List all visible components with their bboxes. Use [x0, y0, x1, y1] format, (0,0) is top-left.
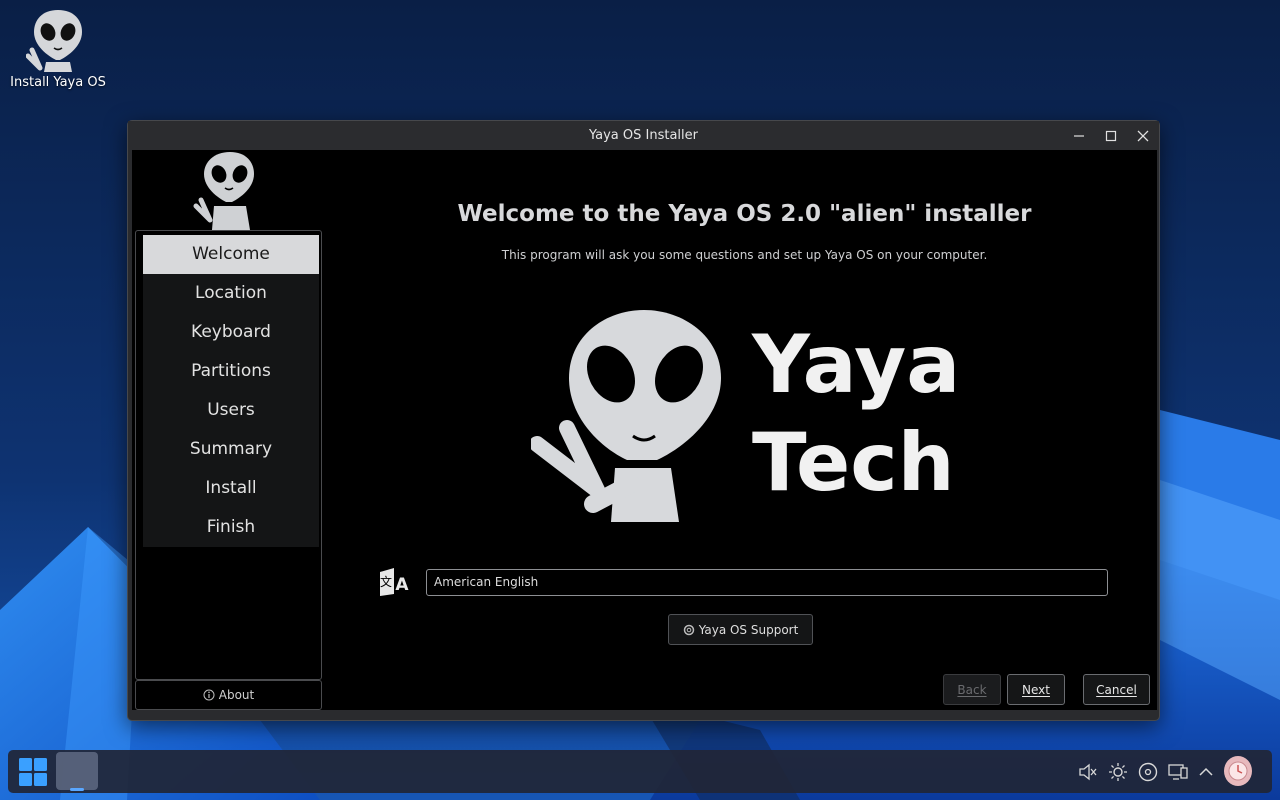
- chevron-up-icon: [1199, 767, 1213, 776]
- back-button[interactable]: Back: [943, 674, 1001, 705]
- step-partitions[interactable]: Partitions: [143, 352, 319, 391]
- alien-icon: [193, 152, 254, 230]
- sidebar: Welcome Location Keyboard Partitions Use…: [135, 230, 322, 680]
- hero-word-tech: Tech: [752, 416, 955, 509]
- maximize-icon: [1105, 130, 1117, 142]
- step-summary[interactable]: Summary: [143, 430, 319, 469]
- step-users[interactable]: Users: [143, 391, 319, 430]
- display-icon: [1168, 764, 1188, 780]
- about-label: About: [218, 688, 255, 702]
- disc-icon: [1138, 762, 1158, 782]
- cancel-button[interactable]: Cancel: [1083, 674, 1150, 705]
- language-icon: 文 A: [380, 568, 409, 596]
- step-list: Welcome Location Keyboard Partitions Use…: [143, 235, 319, 547]
- support-icon: [683, 624, 694, 635]
- user-avatar[interactable]: [1224, 756, 1252, 786]
- alien-icon: [531, 310, 721, 522]
- svg-text:文: 文: [380, 574, 392, 589]
- language-dropdown[interactable]: American English: [426, 569, 1108, 596]
- step-welcome[interactable]: Welcome: [143, 235, 319, 274]
- installer-content: Welcome Location Keyboard Partitions Use…: [132, 150, 1157, 710]
- about-button[interactable]: About: [135, 680, 322, 710]
- desktop-icon-label: Install Yaya OS: [10, 75, 106, 90]
- info-icon: [203, 689, 215, 701]
- installer-window: Yaya OS Installer Welcome Location Keybo…: [127, 120, 1160, 721]
- brightness-button[interactable]: [1107, 761, 1129, 783]
- svg-text:A: A: [395, 575, 409, 595]
- alien-icon: [26, 10, 82, 72]
- clock-avatar-icon: [1228, 761, 1248, 781]
- page-title: Welcome to the Yaya OS 2.0 "alien" insta…: [457, 201, 1032, 227]
- maximize-button[interactable]: [1102, 127, 1120, 145]
- step-install[interactable]: Install: [143, 469, 319, 508]
- disc-button[interactable]: [1137, 761, 1159, 783]
- brightness-icon: [1109, 763, 1127, 781]
- display-button[interactable]: [1167, 761, 1189, 783]
- close-button[interactable]: [1134, 127, 1152, 145]
- active-task-indicator: [70, 788, 84, 791]
- next-button[interactable]: Next: [1007, 674, 1065, 705]
- taskbar-installer-button[interactable]: [56, 752, 98, 790]
- hero-word-yaya: Yaya: [752, 318, 961, 411]
- mute-icon: [1079, 763, 1097, 781]
- step-location[interactable]: Location: [143, 274, 319, 313]
- close-icon: [1137, 130, 1149, 142]
- support-button[interactable]: Yaya OS Support: [668, 614, 813, 645]
- minimize-icon: [1074, 135, 1084, 137]
- windows-start-icon[interactable]: [18, 757, 48, 787]
- step-keyboard[interactable]: Keyboard: [143, 313, 319, 352]
- volume-button[interactable]: [1077, 761, 1099, 783]
- minimize-button[interactable]: [1070, 127, 1088, 145]
- window-title: Yaya OS Installer: [588, 128, 698, 143]
- page-subtitle: This program will ask you some questions…: [501, 248, 988, 262]
- title-bar[interactable]: Yaya OS Installer: [128, 121, 1159, 150]
- step-finish[interactable]: Finish: [143, 508, 319, 547]
- desktop-icon-install[interactable]: Install Yaya OS: [8, 6, 108, 90]
- support-label: Yaya OS Support: [698, 622, 799, 637]
- taskbar: [8, 750, 1272, 793]
- tray-expand-button[interactable]: [1195, 761, 1217, 783]
